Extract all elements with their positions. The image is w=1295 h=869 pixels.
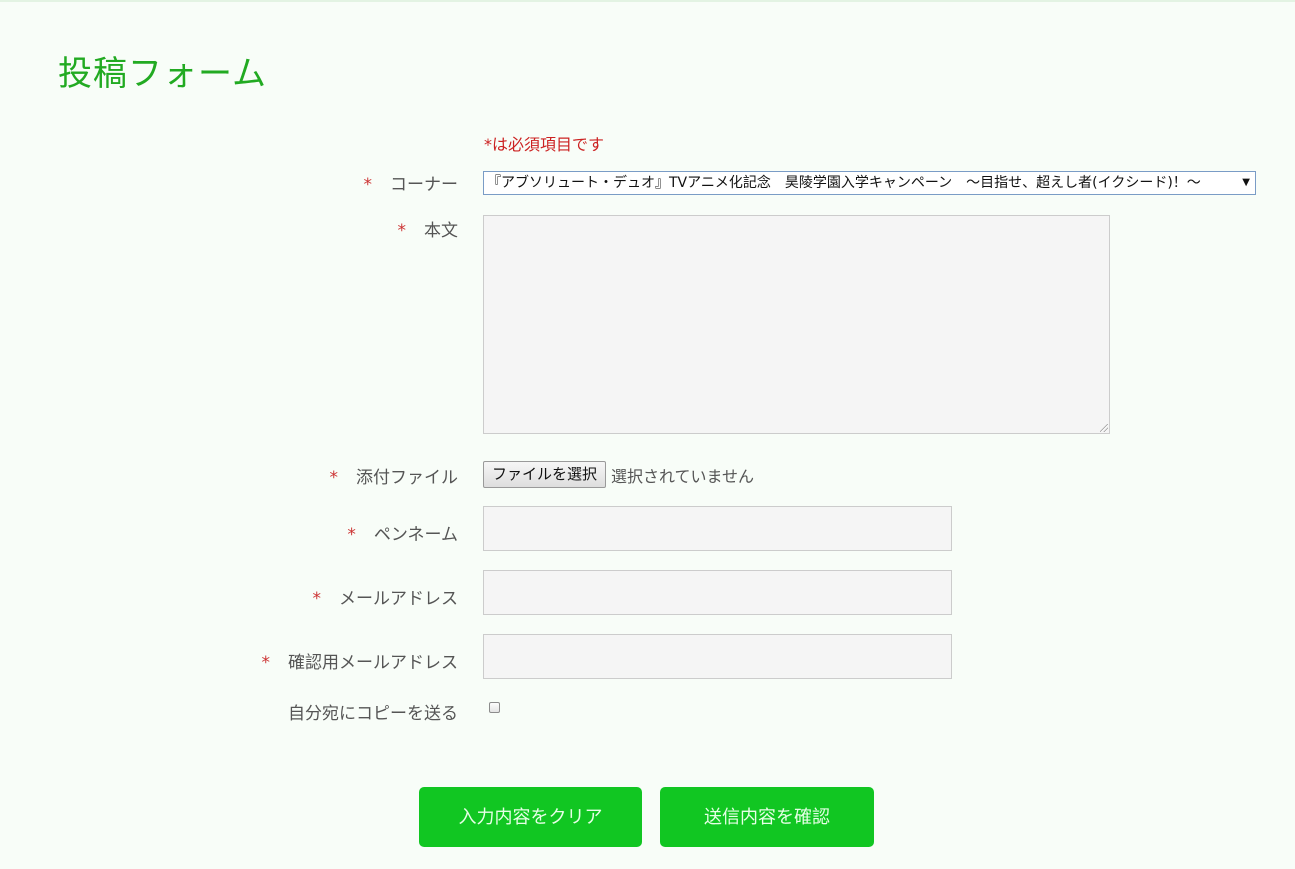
required-mark: * xyxy=(329,468,339,488)
attachment-label: * 添付ファイル xyxy=(330,463,459,488)
page-title: 投稿フォーム xyxy=(58,54,267,94)
pen-name-input[interactable] xyxy=(483,506,952,551)
attachment-label-text: 添付ファイル xyxy=(356,468,458,488)
required-note: *は必須項目です xyxy=(484,135,605,154)
email-input[interactable] xyxy=(483,570,952,615)
dropdown-arrow-icon: ▼ xyxy=(1242,177,1250,188)
pen-name-label: * ペンネーム xyxy=(347,520,458,545)
send-copy-checkbox[interactable] xyxy=(489,702,500,713)
corner-selected-value: 『アブソリュート・デュオ』TVアニメ化記念 昊陵学園入学キャンペーン ～目指せ、… xyxy=(487,175,1201,191)
email-confirm-label: * 確認用メールアドレス xyxy=(262,648,459,673)
body-textarea[interactable] xyxy=(483,215,1110,434)
email-confirm-input[interactable] xyxy=(483,634,952,679)
email-label: * メールアドレス xyxy=(313,584,459,609)
confirm-button[interactable]: 送信内容を確認 xyxy=(660,787,874,847)
required-mark: * xyxy=(261,653,271,673)
body-label-text: 本文 xyxy=(424,221,458,241)
file-status-text: 選択されていません xyxy=(611,467,755,486)
email-confirm-label-text: 確認用メールアドレス xyxy=(288,653,458,673)
clear-button[interactable]: 入力内容をクリア xyxy=(419,787,642,847)
send-copy-label: 自分宛にコピーを送る xyxy=(288,704,458,724)
pen-name-label-text: ペンネーム xyxy=(373,525,458,545)
corner-label: * コーナー xyxy=(364,170,459,195)
required-mark: * xyxy=(363,175,373,195)
resize-grip-icon[interactable] xyxy=(1100,424,1108,432)
corner-select[interactable]: 『アブソリュート・デュオ』TVアニメ化記念 昊陵学園入学キャンペーン ～目指せ、… xyxy=(483,171,1256,195)
required-mark: * xyxy=(312,589,322,609)
choose-file-button[interactable]: ファイルを選択 xyxy=(483,461,606,488)
required-mark: * xyxy=(397,221,407,241)
body-label: * 本文 xyxy=(398,216,459,241)
required-mark: * xyxy=(347,525,356,545)
corner-label-text: コーナー xyxy=(390,175,458,195)
email-label-text: メールアドレス xyxy=(339,589,458,609)
